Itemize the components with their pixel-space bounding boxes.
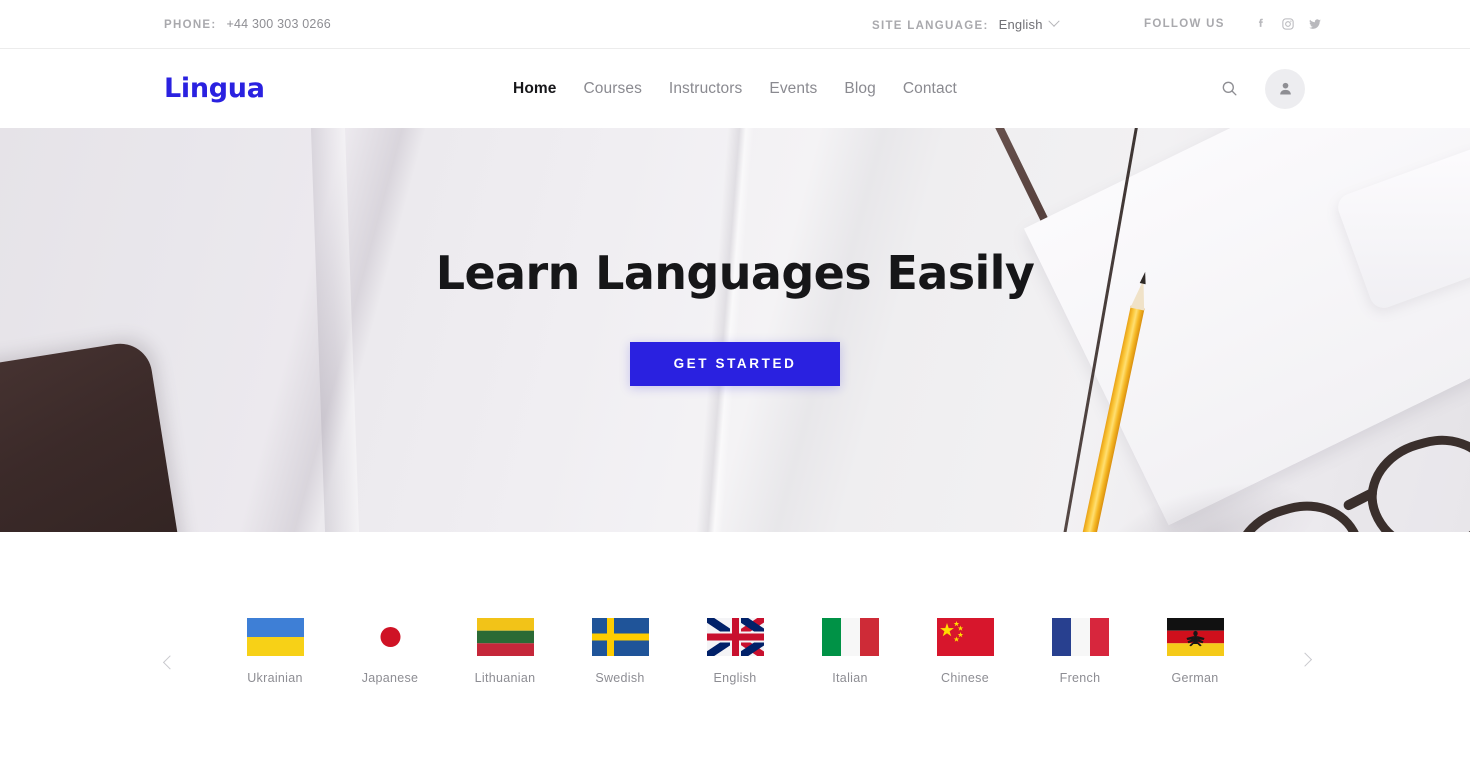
hero-section: Learn Languages Easily GET STARTED bbox=[0, 128, 1470, 532]
language-item-italian[interactable]: Italian bbox=[793, 617, 908, 685]
language-label: German bbox=[1171, 670, 1219, 685]
language-item-ukrainian[interactable]: Ukrainian bbox=[218, 617, 333, 685]
topbar: PHONE: +44 300 303 0266 SITE LANGUAGE: E… bbox=[0, 0, 1470, 49]
language-label: Ukrainian bbox=[247, 670, 303, 685]
language-item-german[interactable]: German bbox=[1138, 617, 1253, 685]
language-carousel: Ukrainian Japanese Lithuanian Swedish En… bbox=[0, 532, 1470, 780]
twitter-icon[interactable] bbox=[1307, 16, 1323, 32]
flag-sweden-icon bbox=[591, 617, 649, 656]
language-item-japanese[interactable]: Japanese bbox=[333, 617, 448, 685]
language-item-english[interactable]: English bbox=[678, 617, 793, 685]
site-language-select[interactable]: English bbox=[998, 15, 1060, 32]
hero-content: Learn Languages Easily GET STARTED bbox=[0, 128, 1470, 532]
language-item-lithuanian[interactable]: Lithuanian bbox=[448, 617, 563, 685]
nav-item-blog[interactable]: Blog bbox=[844, 80, 875, 98]
language-list: Ukrainian Japanese Lithuanian Swedish En… bbox=[218, 617, 1253, 685]
language-label: Japanese bbox=[361, 670, 419, 685]
nav-item-instructors[interactable]: Instructors bbox=[669, 80, 742, 98]
site-language-label: SITE LANGUAGE: bbox=[872, 19, 989, 32]
topbar-site-language: SITE LANGUAGE: English bbox=[872, 15, 1060, 32]
language-label: French bbox=[1059, 670, 1101, 685]
get-started-button[interactable]: GET STARTED bbox=[629, 342, 841, 386]
topbar-follow: FOLLOW US bbox=[1144, 16, 1323, 32]
flag-japan-icon bbox=[361, 617, 419, 656]
facebook-icon[interactable] bbox=[1253, 16, 1269, 32]
flag-uk-icon bbox=[706, 617, 764, 656]
user-icon[interactable] bbox=[1265, 68, 1305, 109]
chevron-left-icon[interactable] bbox=[155, 646, 185, 676]
flag-lithuania-icon bbox=[476, 617, 534, 656]
page-root: PHONE: +44 300 303 0266 SITE LANGUAGE: E… bbox=[0, 0, 1470, 780]
social-links bbox=[1253, 16, 1323, 32]
language-label: Italian bbox=[832, 670, 868, 685]
page-title: Learn Languages Easily bbox=[435, 246, 1035, 300]
nav-item-courses[interactable]: Courses bbox=[584, 80, 642, 98]
language-label: English bbox=[713, 670, 757, 685]
language-label: Swedish bbox=[595, 670, 645, 685]
language-label: Lithuanian bbox=[474, 670, 536, 685]
flag-italy-icon bbox=[821, 617, 879, 656]
chevron-right-icon[interactable] bbox=[1290, 646, 1320, 676]
chevron-down-icon bbox=[1047, 15, 1060, 27]
phone-label: PHONE: bbox=[164, 19, 217, 31]
language-item-swedish[interactable]: Swedish bbox=[563, 617, 678, 685]
search-icon[interactable] bbox=[1220, 79, 1239, 98]
flag-ukraine-icon bbox=[246, 617, 304, 656]
nav-item-contact[interactable]: Contact bbox=[903, 80, 957, 98]
nav-item-home[interactable]: Home bbox=[513, 80, 556, 98]
nav-item-events[interactable]: Events bbox=[769, 80, 817, 98]
site-language-value: English bbox=[998, 16, 1043, 32]
header-actions bbox=[1220, 68, 1305, 109]
language-item-french[interactable]: French bbox=[1023, 617, 1138, 685]
phone-value[interactable]: +44 300 303 0266 bbox=[227, 17, 331, 31]
flag-germany-icon bbox=[1166, 617, 1224, 656]
topbar-phone: PHONE: +44 300 303 0266 bbox=[164, 17, 331, 31]
flag-france-icon bbox=[1051, 617, 1109, 656]
flag-china-icon bbox=[936, 617, 994, 656]
language-item-chinese[interactable]: Chinese bbox=[908, 617, 1023, 685]
follow-us-label: FOLLOW US bbox=[1144, 18, 1225, 30]
language-label: Chinese bbox=[941, 670, 989, 685]
instagram-icon[interactable] bbox=[1280, 16, 1296, 32]
site-header: Lingua Home Courses Instructors Events B… bbox=[0, 49, 1470, 128]
